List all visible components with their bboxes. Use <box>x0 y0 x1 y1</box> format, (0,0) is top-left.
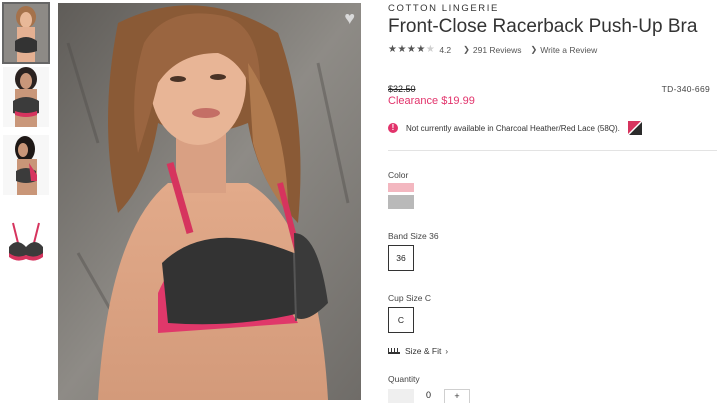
star-rating-icon: ★★★★★ <box>388 44 436 55</box>
quantity-increase-button[interactable]: + <box>444 389 470 403</box>
reviews-link[interactable]: 291 Reviews <box>473 45 522 55</box>
product-details: COTTON LINGERIE Front-Close Racerback Pu… <box>388 0 717 403</box>
exclamation-circle-icon: ! <box>388 123 398 133</box>
cup-size-option[interactable]: C <box>388 307 414 333</box>
main-product-image[interactable]: ♥ <box>58 3 361 400</box>
chevron-right-icon: › <box>445 346 449 356</box>
thumbnail-1-image <box>3 3 49 63</box>
thumbnail-4[interactable] <box>3 213 49 273</box>
availability-notice: ! Not currently available in Charcoal He… <box>388 121 642 135</box>
thumbnail-2-image <box>3 67 49 127</box>
size-fit-label: Size & Fit <box>405 346 442 356</box>
heart-icon[interactable]: ♥ <box>344 9 355 27</box>
ruler-icon <box>388 348 400 354</box>
unavailable-swatch-icon <box>627 121 642 135</box>
thumbnail-1[interactable] <box>2 2 50 64</box>
thumbnail-3[interactable] <box>3 135 49 195</box>
band-size-label: Band Size 36 <box>388 231 439 241</box>
size-fit-link[interactable]: Size & Fit › <box>388 346 448 356</box>
rating-value: 4.2 <box>439 44 452 55</box>
section-divider <box>388 150 717 151</box>
quantity-value[interactable]: 0 <box>426 390 431 400</box>
cup-size-label: Cup Size C <box>388 293 431 303</box>
quantity-label: Quantity <box>388 374 420 384</box>
band-size-option[interactable]: 36 <box>388 245 414 271</box>
thumbnail-2[interactable] <box>3 67 49 127</box>
model-photo <box>58 3 361 400</box>
color-label: Color <box>388 170 409 180</box>
product-title: Front-Close Racerback Push-Up Bra <box>388 16 698 37</box>
quantity-decrease-button[interactable] <box>388 389 414 403</box>
brand-label: COTTON LINGERIE <box>388 3 499 14</box>
thumbnail-3-image <box>3 135 49 195</box>
rating-row: ★★★★★ 4.2 ❯ 291 Reviews ❯ Write a Review <box>388 44 606 55</box>
write-review-link[interactable]: Write a Review <box>540 45 597 55</box>
color-swatch-option[interactable] <box>388 183 414 209</box>
clearance-price: Clearance $19.99 <box>388 95 475 107</box>
chevron-right-icon: ❯ <box>463 45 470 54</box>
sku-code: TD-340-669 <box>661 84 710 94</box>
chevron-right-icon: ❯ <box>530 45 538 54</box>
thumbnail-4-image <box>3 213 49 273</box>
availability-text: Not currently available in Charcoal Heat… <box>406 123 620 133</box>
original-price: $32.50 <box>388 84 416 94</box>
